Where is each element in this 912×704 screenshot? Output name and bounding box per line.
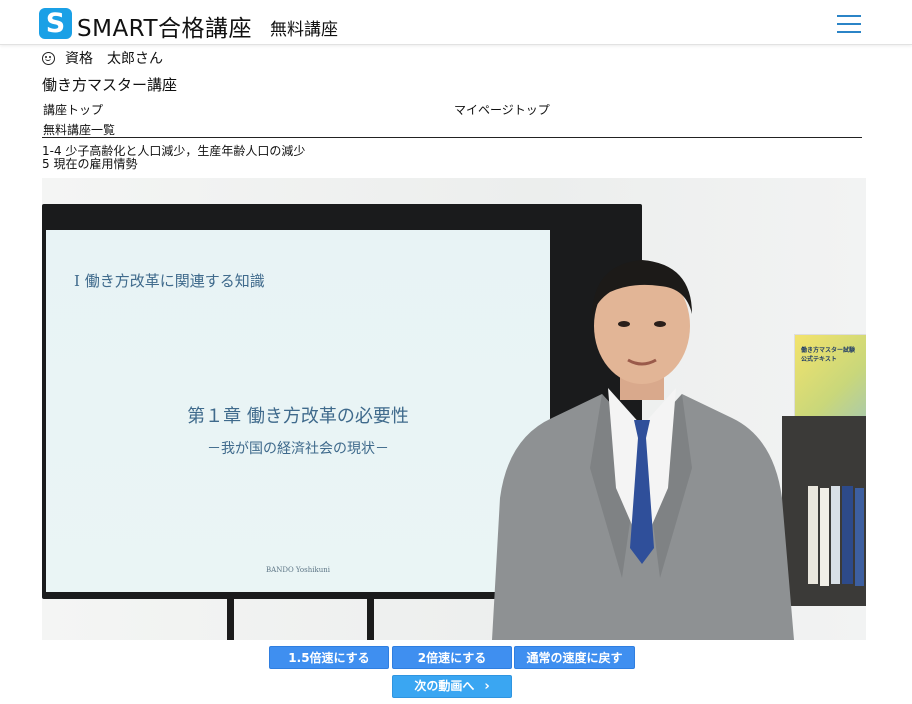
slide-subtitle: －我が国の経済社会の現状－ bbox=[207, 441, 389, 457]
top-bar: S SMART合格講座 無料講座 bbox=[0, 0, 912, 45]
slide-author: BANDO Yoshikuni bbox=[266, 566, 330, 574]
speed-normal-button[interactable]: 通常の速度に戻す bbox=[514, 646, 635, 669]
brand-title[interactable]: SMART合格講座 bbox=[77, 9, 252, 43]
tv-stand-right bbox=[367, 599, 374, 640]
user-greeting: 資格 太郎さん bbox=[42, 48, 163, 68]
slide-chapter: 第１章 働き方改革の必要性 bbox=[187, 406, 409, 427]
speed-2x-button[interactable]: 2倍速にする bbox=[392, 646, 512, 669]
lesson-line-2: 5 現在の雇用情勢 bbox=[42, 157, 138, 171]
textbook-title: 働き方マスター試験 公式テキスト bbox=[801, 347, 856, 363]
hamburger-icon[interactable] bbox=[837, 15, 861, 33]
course-title: 働き方マスター講座 bbox=[42, 76, 178, 94]
lesson-title: 1-4 少子高齢化と人口減少，生産年齢人口の減少 5 現在の雇用情勢 bbox=[42, 145, 305, 171]
next-video-label: 次の動画へ bbox=[414, 679, 475, 693]
textbook-image: 働き方マスター試験 公式テキスト bbox=[794, 334, 866, 428]
video-player[interactable]: 働き方マスター試験 公式テキスト Ⅰ 働き方改革に関連する知識 第１章 働き方改… bbox=[42, 178, 866, 640]
link-free-course-list[interactable]: 無料講座一覧 bbox=[43, 121, 115, 138]
divider bbox=[42, 137, 862, 138]
user-name: 資格 太郎さん bbox=[65, 51, 163, 67]
link-mypage-top[interactable]: マイページトップ bbox=[454, 101, 550, 118]
presenter-image bbox=[492, 260, 794, 640]
logo-icon[interactable]: S bbox=[39, 8, 72, 39]
tv-stand-left bbox=[227, 599, 234, 640]
chevron-right-icon: › bbox=[484, 679, 490, 694]
brand-subtitle: 無料講座 bbox=[270, 20, 338, 40]
link-course-top[interactable]: 講座トップ bbox=[43, 101, 103, 118]
slide-screen: Ⅰ 働き方改革に関連する知識 第１章 働き方改革の必要性 －我が国の経済社会の現… bbox=[46, 230, 550, 592]
speed-1-5x-button[interactable]: 1.5倍速にする bbox=[269, 646, 389, 669]
slide-heading: Ⅰ 働き方改革に関連する知識 bbox=[74, 272, 265, 290]
smiley-icon bbox=[42, 52, 55, 65]
next-video-button[interactable]: 次の動画へ › bbox=[392, 675, 512, 698]
